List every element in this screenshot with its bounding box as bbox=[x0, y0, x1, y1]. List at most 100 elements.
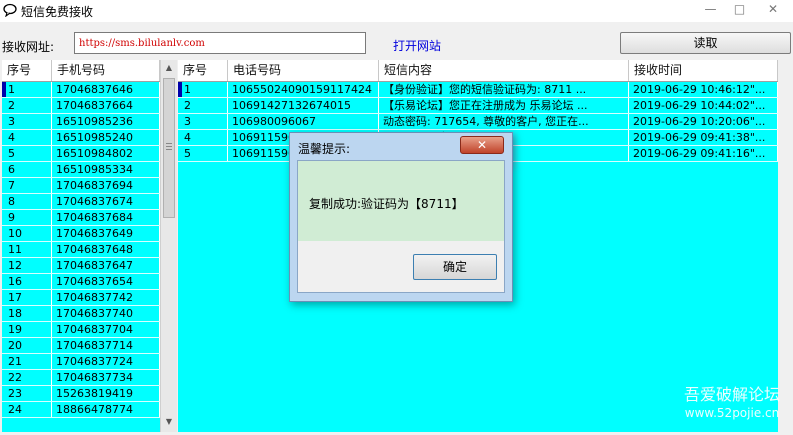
dialog-message-area: 复制成功:验证码为【8711】 bbox=[298, 161, 504, 241]
table-header: 序号 手机号码 bbox=[2, 60, 160, 82]
table-row[interactable]: 11 17046837648 bbox=[2, 242, 160, 258]
table-row[interactable]: 9 17046837684 bbox=[2, 210, 160, 226]
message-dialog: 温馨提示: ✕ 复制成功:验证码为【8711】 确定 bbox=[289, 132, 513, 302]
table-row[interactable]: 1 1065502409015911742​4 【身份验证】您的短信验证码为: 87… bbox=[178, 82, 778, 98]
table-row[interactable]: 24 18866478774 bbox=[2, 402, 160, 418]
table-row[interactable]: 1 17046837646 bbox=[2, 82, 160, 98]
table-cell: 18866478774 bbox=[52, 402, 160, 417]
watermark-title: 吾爱破解论坛 bbox=[683, 385, 780, 404]
maximize-button[interactable]: □ bbox=[726, 0, 753, 19]
column-header-time[interactable]: 接收时间 bbox=[629, 60, 778, 81]
table-cell: 1065502409015911742​4 bbox=[228, 82, 379, 97]
table-row[interactable]: 10 17046837649 bbox=[2, 226, 160, 242]
table-cell: 6 bbox=[2, 162, 52, 177]
window-title: 短信免费接收 bbox=[21, 5, 94, 19]
dialog-title: 温馨提示: bbox=[298, 142, 351, 156]
column-header-phone[interactable]: 手机号码 bbox=[52, 60, 160, 81]
table-cell: 5 bbox=[2, 146, 52, 161]
grid-right-edge bbox=[778, 60, 793, 432]
table-cell: 11 bbox=[2, 242, 52, 257]
url-input[interactable]: https://sms.bilulanlv.com bbox=[74, 32, 366, 54]
table-cell: 9 bbox=[2, 210, 52, 225]
table-cell: 16510985240 bbox=[52, 130, 160, 145]
table-cell: 12 bbox=[2, 258, 52, 273]
table-cell: 17 bbox=[2, 290, 52, 305]
table-row[interactable]: 5 16510984802 bbox=[2, 146, 160, 162]
scroll-up-icon[interactable]: ▲ bbox=[161, 60, 177, 76]
table-cell: 19 bbox=[2, 322, 52, 337]
table-row[interactable]: 4 16510985240 bbox=[2, 130, 160, 146]
table-row[interactable]: 12 17046837647 bbox=[2, 258, 160, 274]
table-cell: 16510985334 bbox=[52, 162, 160, 177]
table-cell: 23 bbox=[2, 386, 52, 401]
url-label: 接收网址: bbox=[2, 40, 55, 54]
table-row[interactable]: 21 17046837724 bbox=[2, 354, 160, 370]
watermark: 吾爱破解论坛 www.52pojie.cn bbox=[676, 385, 788, 421]
table-cell: 1 bbox=[2, 82, 52, 97]
close-window-button[interactable]: ✕ bbox=[755, 0, 791, 19]
table-cell: 2019-06-29 10:46:12"... bbox=[629, 82, 778, 97]
table-row[interactable]: 16 17046837654 bbox=[2, 274, 160, 290]
scroll-thumb[interactable] bbox=[163, 78, 175, 218]
dialog-close-button[interactable]: ✕ bbox=[460, 136, 504, 154]
table-row[interactable]: 2 10691427132674015 【乐易论坛】您正在注册成为 乐易论坛 ...… bbox=[178, 98, 778, 114]
ok-button[interactable]: 确定 bbox=[413, 254, 497, 280]
table-cell: 2019-06-29 10:20:06"... bbox=[629, 114, 778, 129]
table-cell: 3 bbox=[178, 114, 228, 129]
table-cell: 17046837714 bbox=[52, 338, 160, 353]
table-cell: 7 bbox=[2, 178, 52, 193]
table-cell: 【身份验证】您的短信验证码为: 8711 ... bbox=[379, 82, 629, 97]
table-row[interactable]: 17 17046837742 bbox=[2, 290, 160, 306]
column-header-index[interactable]: 序号 bbox=[2, 60, 52, 81]
dialog-message: 复制成功:验证码为【8711】 bbox=[309, 197, 464, 211]
table-cell: 106980096067 bbox=[228, 114, 379, 129]
table-cell: 3 bbox=[2, 114, 52, 129]
table-cell: 1 bbox=[178, 82, 228, 97]
column-header-content[interactable]: 短信内容 bbox=[379, 60, 629, 81]
title-bar: 短信免费接收 — □ ✕ bbox=[0, 0, 793, 22]
table-row[interactable]: 7 17046837694 bbox=[2, 178, 160, 194]
table-cell: 2019-06-29 09:41:16"... bbox=[629, 146, 778, 161]
scroll-down-icon[interactable]: ▼ bbox=[161, 414, 177, 430]
table-cell: 17046837724 bbox=[52, 354, 160, 369]
table-row[interactable]: 23 15263819419 bbox=[2, 386, 160, 402]
table-cell: 17046837742 bbox=[52, 290, 160, 305]
table-row[interactable]: 20 17046837714 bbox=[2, 338, 160, 354]
table-cell: 2 bbox=[2, 98, 52, 113]
table-cell: 10691427132674015 bbox=[228, 98, 379, 113]
table-cell: 2019-06-29 09:41:38"... bbox=[629, 130, 778, 145]
watermark-url: www.52pojie.cn bbox=[684, 406, 780, 420]
table-row[interactable]: 18 17046837740 bbox=[2, 306, 160, 322]
column-header-phone[interactable]: 电话号码 bbox=[228, 60, 379, 81]
table-cell: 17046837694 bbox=[52, 178, 160, 193]
table-cell: 16510984802 bbox=[52, 146, 160, 161]
table-cell: 21 bbox=[2, 354, 52, 369]
table-row[interactable]: 8 17046837674 bbox=[2, 194, 160, 210]
table-row[interactable]: 2 17046837664 bbox=[2, 98, 160, 114]
table-row[interactable]: 19 17046837704 bbox=[2, 322, 160, 338]
table-cell: 17046837664 bbox=[52, 98, 160, 113]
table-cell: 17046837734 bbox=[52, 370, 160, 385]
table-cell: 18 bbox=[2, 306, 52, 321]
table-cell: 17046837647 bbox=[52, 258, 160, 273]
table-header: 序号 电话号码 短信内容 接收时间 bbox=[178, 60, 778, 82]
minimize-button[interactable]: — bbox=[697, 0, 724, 19]
chat-bubble-icon bbox=[3, 3, 17, 17]
table-cell: 动态密码: 717654, 尊敬的客户, 您正在... bbox=[379, 114, 629, 129]
table-cell: 2019-06-29 10:44:02"... bbox=[629, 98, 778, 113]
table-cell: 17046837646 bbox=[52, 82, 160, 97]
table-row[interactable]: 3 16510985236 bbox=[2, 114, 160, 130]
table-cell: 17046837648 bbox=[52, 242, 160, 257]
table-row[interactable]: 6 16510985334 bbox=[2, 162, 160, 178]
table-cell: 17046837649 bbox=[52, 226, 160, 241]
table-cell: 10 bbox=[2, 226, 52, 241]
dialog-body: 复制成功:验证码为【8711】 确定 bbox=[297, 160, 505, 293]
read-button[interactable]: 读取 bbox=[620, 32, 791, 54]
table-cell: 15263819419 bbox=[52, 386, 160, 401]
open-site-link[interactable]: 打开网站 bbox=[393, 37, 441, 54]
table-cell: 16510985236 bbox=[52, 114, 160, 129]
table-row[interactable]: 3 106980096067 动态密码: 717654, 尊敬的客户, 您正在...… bbox=[178, 114, 778, 130]
left-table-scrollbar[interactable]: ▲ ▼ bbox=[160, 60, 177, 432]
column-header-index[interactable]: 序号 bbox=[178, 60, 228, 81]
table-row[interactable]: 22 17046837734 bbox=[2, 370, 160, 386]
